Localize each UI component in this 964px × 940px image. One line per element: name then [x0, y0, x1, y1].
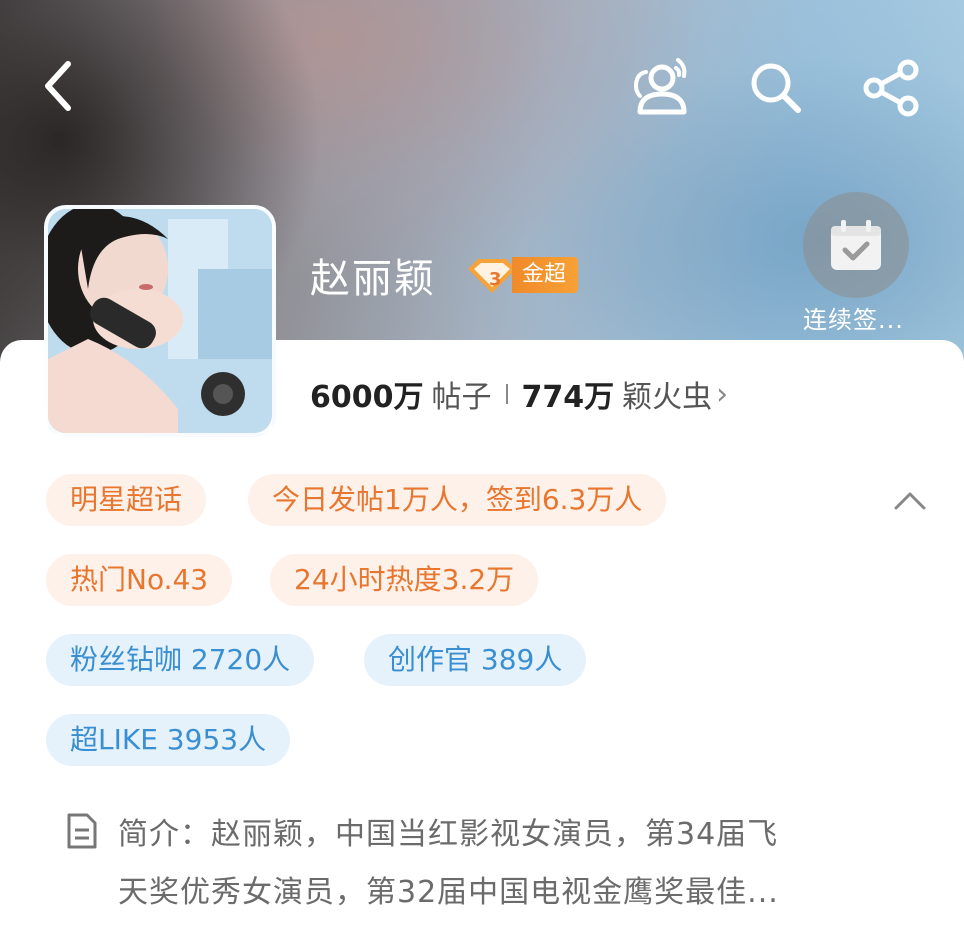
avatar[interactable]: [44, 205, 276, 437]
tag-daily-activity[interactable]: 今日发帖1万人，签到6.3万人: [248, 474, 667, 526]
posts-label: 帖子: [431, 380, 492, 415]
intro-line-2: 天奖优秀女演员，第32届中国电视金鹰奖最佳...: [118, 875, 779, 910]
checkin-button[interactable]: [803, 192, 909, 298]
tag-creators[interactable]: 创作官 389人: [364, 634, 587, 686]
intro-text[interactable]: 简介：赵丽颖，中国当红影视女演员，第34届飞 天奖优秀女演员，第32届中国电视金…: [118, 806, 878, 922]
avatar-image: [48, 209, 272, 433]
people-button[interactable]: [626, 56, 692, 120]
document-icon: [67, 813, 97, 849]
tag-hot-rank[interactable]: 热门No.43: [46, 554, 233, 606]
svg-text:3: 3: [489, 269, 502, 290]
tag-heat-24h[interactable]: 24小时热度3.2万: [270, 554, 539, 606]
topic-name: 赵丽颖: [310, 256, 436, 302]
calendar-check-icon: [831, 220, 881, 270]
tag-diamond-fans[interactable]: 粉丝钻咖 2720人: [46, 634, 315, 686]
tag-super-like[interactable]: 超LIKE 3953人: [46, 714, 291, 766]
chevron-up-icon[interactable]: [890, 480, 930, 520]
intro-line-1: 简介：赵丽颖，中国当红影视女演员，第34届飞: [118, 817, 779, 852]
search-icon: [751, 63, 801, 113]
diamond-icon: 3: [468, 259, 516, 293]
back-button[interactable]: [28, 56, 88, 116]
chevron-left-icon: [45, 61, 71, 111]
checkin-label: 连续签...: [803, 306, 904, 334]
fans-count: 774万: [521, 380, 615, 415]
search-button[interactable]: [744, 56, 808, 120]
share-icon: [863, 59, 919, 117]
people-icon: [633, 58, 687, 115]
chevron-right-icon: ›: [716, 376, 729, 412]
tag-category[interactable]: 明星超话: [46, 474, 207, 526]
posts-count: 6000万: [310, 380, 424, 415]
share-button[interactable]: [860, 56, 924, 120]
level-badge-label: 金超: [512, 257, 579, 293]
fans-label: 颖火虫: [622, 380, 713, 415]
level-badge[interactable]: 3 金超: [466, 255, 579, 295]
stats-divider: [505, 384, 508, 404]
stats-row[interactable]: 6000万 帖子 774万 颖火虫 ›: [310, 372, 728, 416]
